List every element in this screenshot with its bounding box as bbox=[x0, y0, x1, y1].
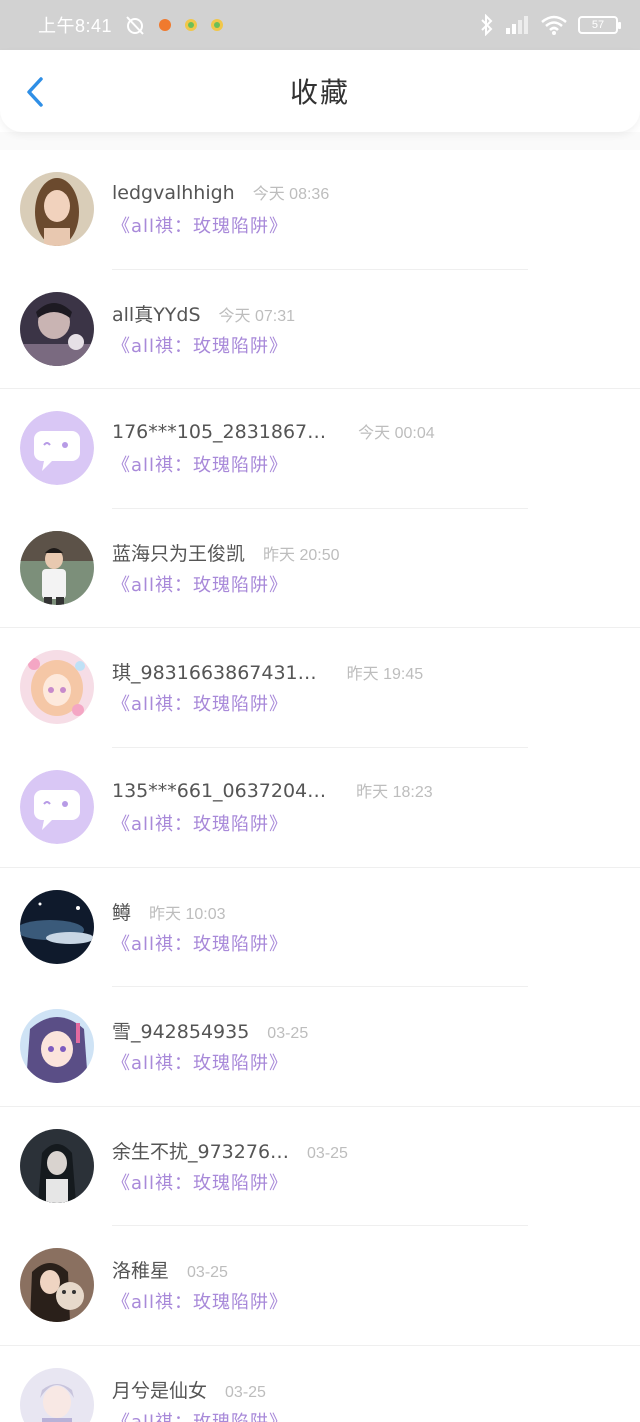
list-item[interactable]: 洛稚星 03-25 《all祺：玫瑰陷阱》 bbox=[0, 1226, 640, 1346]
user-name: all真YYdS bbox=[112, 303, 201, 326]
list-item[interactable]: 176***105_2831867… 今天 00:04 《all祺：玫瑰陷阱》 bbox=[0, 389, 640, 509]
timestamp: 昨天 19:45 bbox=[346, 666, 424, 684]
battery-indicator: 57 bbox=[578, 16, 621, 34]
list-item[interactable]: 蓝海只为王俊凯 昨天 20:50 《all祺：玫瑰陷阱》 bbox=[0, 509, 640, 629]
timestamp: 今天 07:31 bbox=[218, 307, 296, 325]
avatar[interactable] bbox=[20, 1128, 94, 1203]
item-meta: 余生不扰_973276… 03-25 《all祺：玫瑰陷阱》 bbox=[112, 1137, 620, 1195]
silent-alarm-icon bbox=[124, 14, 146, 36]
avatar[interactable] bbox=[20, 650, 94, 725]
timestamp: 03-25 bbox=[187, 1264, 228, 1282]
chat-bubble-icon bbox=[20, 411, 94, 486]
avatar[interactable] bbox=[20, 172, 94, 246]
chat-bubble-icon bbox=[20, 769, 94, 844]
list-item[interactable]: 鳟 昨天 10:03 《all祺：玫瑰陷阱》 bbox=[0, 868, 640, 988]
timestamp: 03-25 bbox=[225, 1383, 266, 1401]
user-name: 余生不扰_973276… bbox=[112, 1140, 290, 1163]
item-meta: 135***661_0637204… 昨天 18:23 《all祺：玫瑰陷阱》 bbox=[112, 778, 620, 836]
avatar[interactable] bbox=[20, 530, 94, 605]
timestamp: 今天 00:04 bbox=[358, 425, 435, 443]
list-item[interactable]: 余生不扰_973276… 03-25 《all祺：玫瑰陷阱》 bbox=[0, 1107, 640, 1227]
signal-icon bbox=[504, 14, 530, 36]
list-item[interactable]: all真YYdS 今天 07:31 《all祺：玫瑰陷阱》 bbox=[0, 270, 640, 390]
item-meta: 雪_942854935 03-25 《all祺：玫瑰陷阱》 bbox=[112, 1017, 620, 1075]
app-notification-icon bbox=[158, 18, 172, 32]
timestamp: 03-25 bbox=[307, 1144, 348, 1162]
user-name: 月兮是仙女 bbox=[112, 1379, 208, 1402]
story-title: 《all祺：玫瑰陷阱》 bbox=[112, 813, 289, 835]
timestamp: 昨天 10:03 bbox=[149, 905, 226, 923]
avatar[interactable] bbox=[20, 1367, 94, 1422]
story-title: 《all祺：玫瑰陷阱》 bbox=[112, 1292, 289, 1314]
story-title: 《all祺：玫瑰陷阱》 bbox=[112, 455, 289, 477]
app-notification-icon bbox=[184, 18, 198, 32]
story-title: 《all祺：玫瑰陷阱》 bbox=[112, 1053, 289, 1075]
list-item[interactable]: 琪_9831663867431… 昨天 19:45 《all祺：玫瑰陷阱》 bbox=[0, 628, 640, 748]
user-name: ledgvalhhigh bbox=[112, 182, 235, 204]
story-title: 《all祺：玫瑰陷阱》 bbox=[112, 1172, 289, 1194]
timestamp: 昨天 20:50 bbox=[263, 546, 340, 564]
timestamp: 今天 08:36 bbox=[252, 186, 330, 203]
item-meta: all真YYdS 今天 07:31 《all祺：玫瑰陷阱》 bbox=[112, 300, 620, 358]
avatar[interactable] bbox=[20, 291, 94, 366]
list-item[interactable]: 135***661_0637204… 昨天 18:23 《all祺：玫瑰陷阱》 bbox=[0, 748, 640, 868]
avatar[interactable] bbox=[20, 1009, 94, 1084]
back-button[interactable] bbox=[20, 74, 50, 110]
avatar[interactable] bbox=[20, 769, 94, 844]
page-header: 收藏 bbox=[0, 50, 640, 132]
user-name: 鳟 bbox=[112, 901, 132, 924]
list-item[interactable]: 月兮是仙女 03-25 《all祺：玫瑰陷阱》 bbox=[0, 1346, 640, 1422]
avatar[interactable] bbox=[20, 411, 94, 486]
item-meta: ledgvalhhigh 今天 08:36 《all祺：玫瑰陷阱》 bbox=[112, 180, 620, 238]
bluetooth-icon bbox=[480, 14, 494, 36]
story-title: 《all祺：玫瑰陷阱》 bbox=[112, 933, 289, 955]
item-meta: 琪_9831663867431… 昨天 19:45 《all祺：玫瑰陷阱》 bbox=[112, 658, 620, 716]
favorites-list: ledgvalhhigh 今天 08:36 《all祺：玫瑰陷阱》 all真YY… bbox=[0, 150, 640, 1422]
wifi-icon bbox=[540, 14, 568, 36]
story-title: 《all祺：玫瑰陷阱》 bbox=[112, 574, 289, 596]
story-title: 《all祺：玫瑰陷阱》 bbox=[112, 216, 289, 237]
timestamp: 03-25 bbox=[267, 1025, 309, 1043]
app-notification-icon bbox=[210, 18, 224, 32]
user-name: 176***105_2831867… bbox=[112, 421, 327, 444]
list-item[interactable]: ledgvalhhigh 今天 08:36 《all祺：玫瑰陷阱》 bbox=[0, 150, 640, 270]
item-meta: 洛稚星 03-25 《all祺：玫瑰陷阱》 bbox=[112, 1256, 620, 1314]
timestamp: 昨天 18:23 bbox=[356, 783, 433, 801]
user-name: 琪_9831663867431… bbox=[112, 662, 317, 685]
status-right: 57 bbox=[480, 14, 621, 36]
avatar[interactable] bbox=[20, 1248, 94, 1323]
status-time: 上午8:41 bbox=[38, 16, 113, 36]
item-meta: 月兮是仙女 03-25 《all祺：玫瑰陷阱》 bbox=[112, 1376, 620, 1422]
page-title: 收藏 bbox=[289, 76, 350, 109]
avatar[interactable] bbox=[20, 889, 94, 964]
user-name: 雪_942854935 bbox=[112, 1021, 250, 1044]
item-meta: 176***105_2831867… 今天 00:04 《all祺：玫瑰陷阱》 bbox=[112, 419, 620, 477]
item-meta: 鳟 昨天 10:03 《all祺：玫瑰陷阱》 bbox=[112, 898, 620, 956]
list-item[interactable]: 雪_942854935 03-25 《all祺：玫瑰陷阱》 bbox=[0, 987, 640, 1107]
item-meta: 蓝海只为王俊凯 昨天 20:50 《all祺：玫瑰陷阱》 bbox=[112, 539, 620, 597]
user-name: 蓝海只为王俊凯 bbox=[112, 542, 246, 565]
story-title: 《all祺：玫瑰陷阱》 bbox=[112, 1408, 620, 1422]
story-title: 《all祺：玫瑰陷阱》 bbox=[112, 694, 289, 716]
user-name: 洛稚星 bbox=[112, 1260, 170, 1283]
user-name: 135***661_0637204… bbox=[112, 779, 327, 802]
status-bar: 上午8:41 57 bbox=[0, 0, 640, 50]
chevron-left-icon bbox=[27, 77, 43, 107]
status-left: 上午8:41 bbox=[38, 12, 224, 38]
story-title: 《all祺：玫瑰陷阱》 bbox=[112, 335, 289, 357]
